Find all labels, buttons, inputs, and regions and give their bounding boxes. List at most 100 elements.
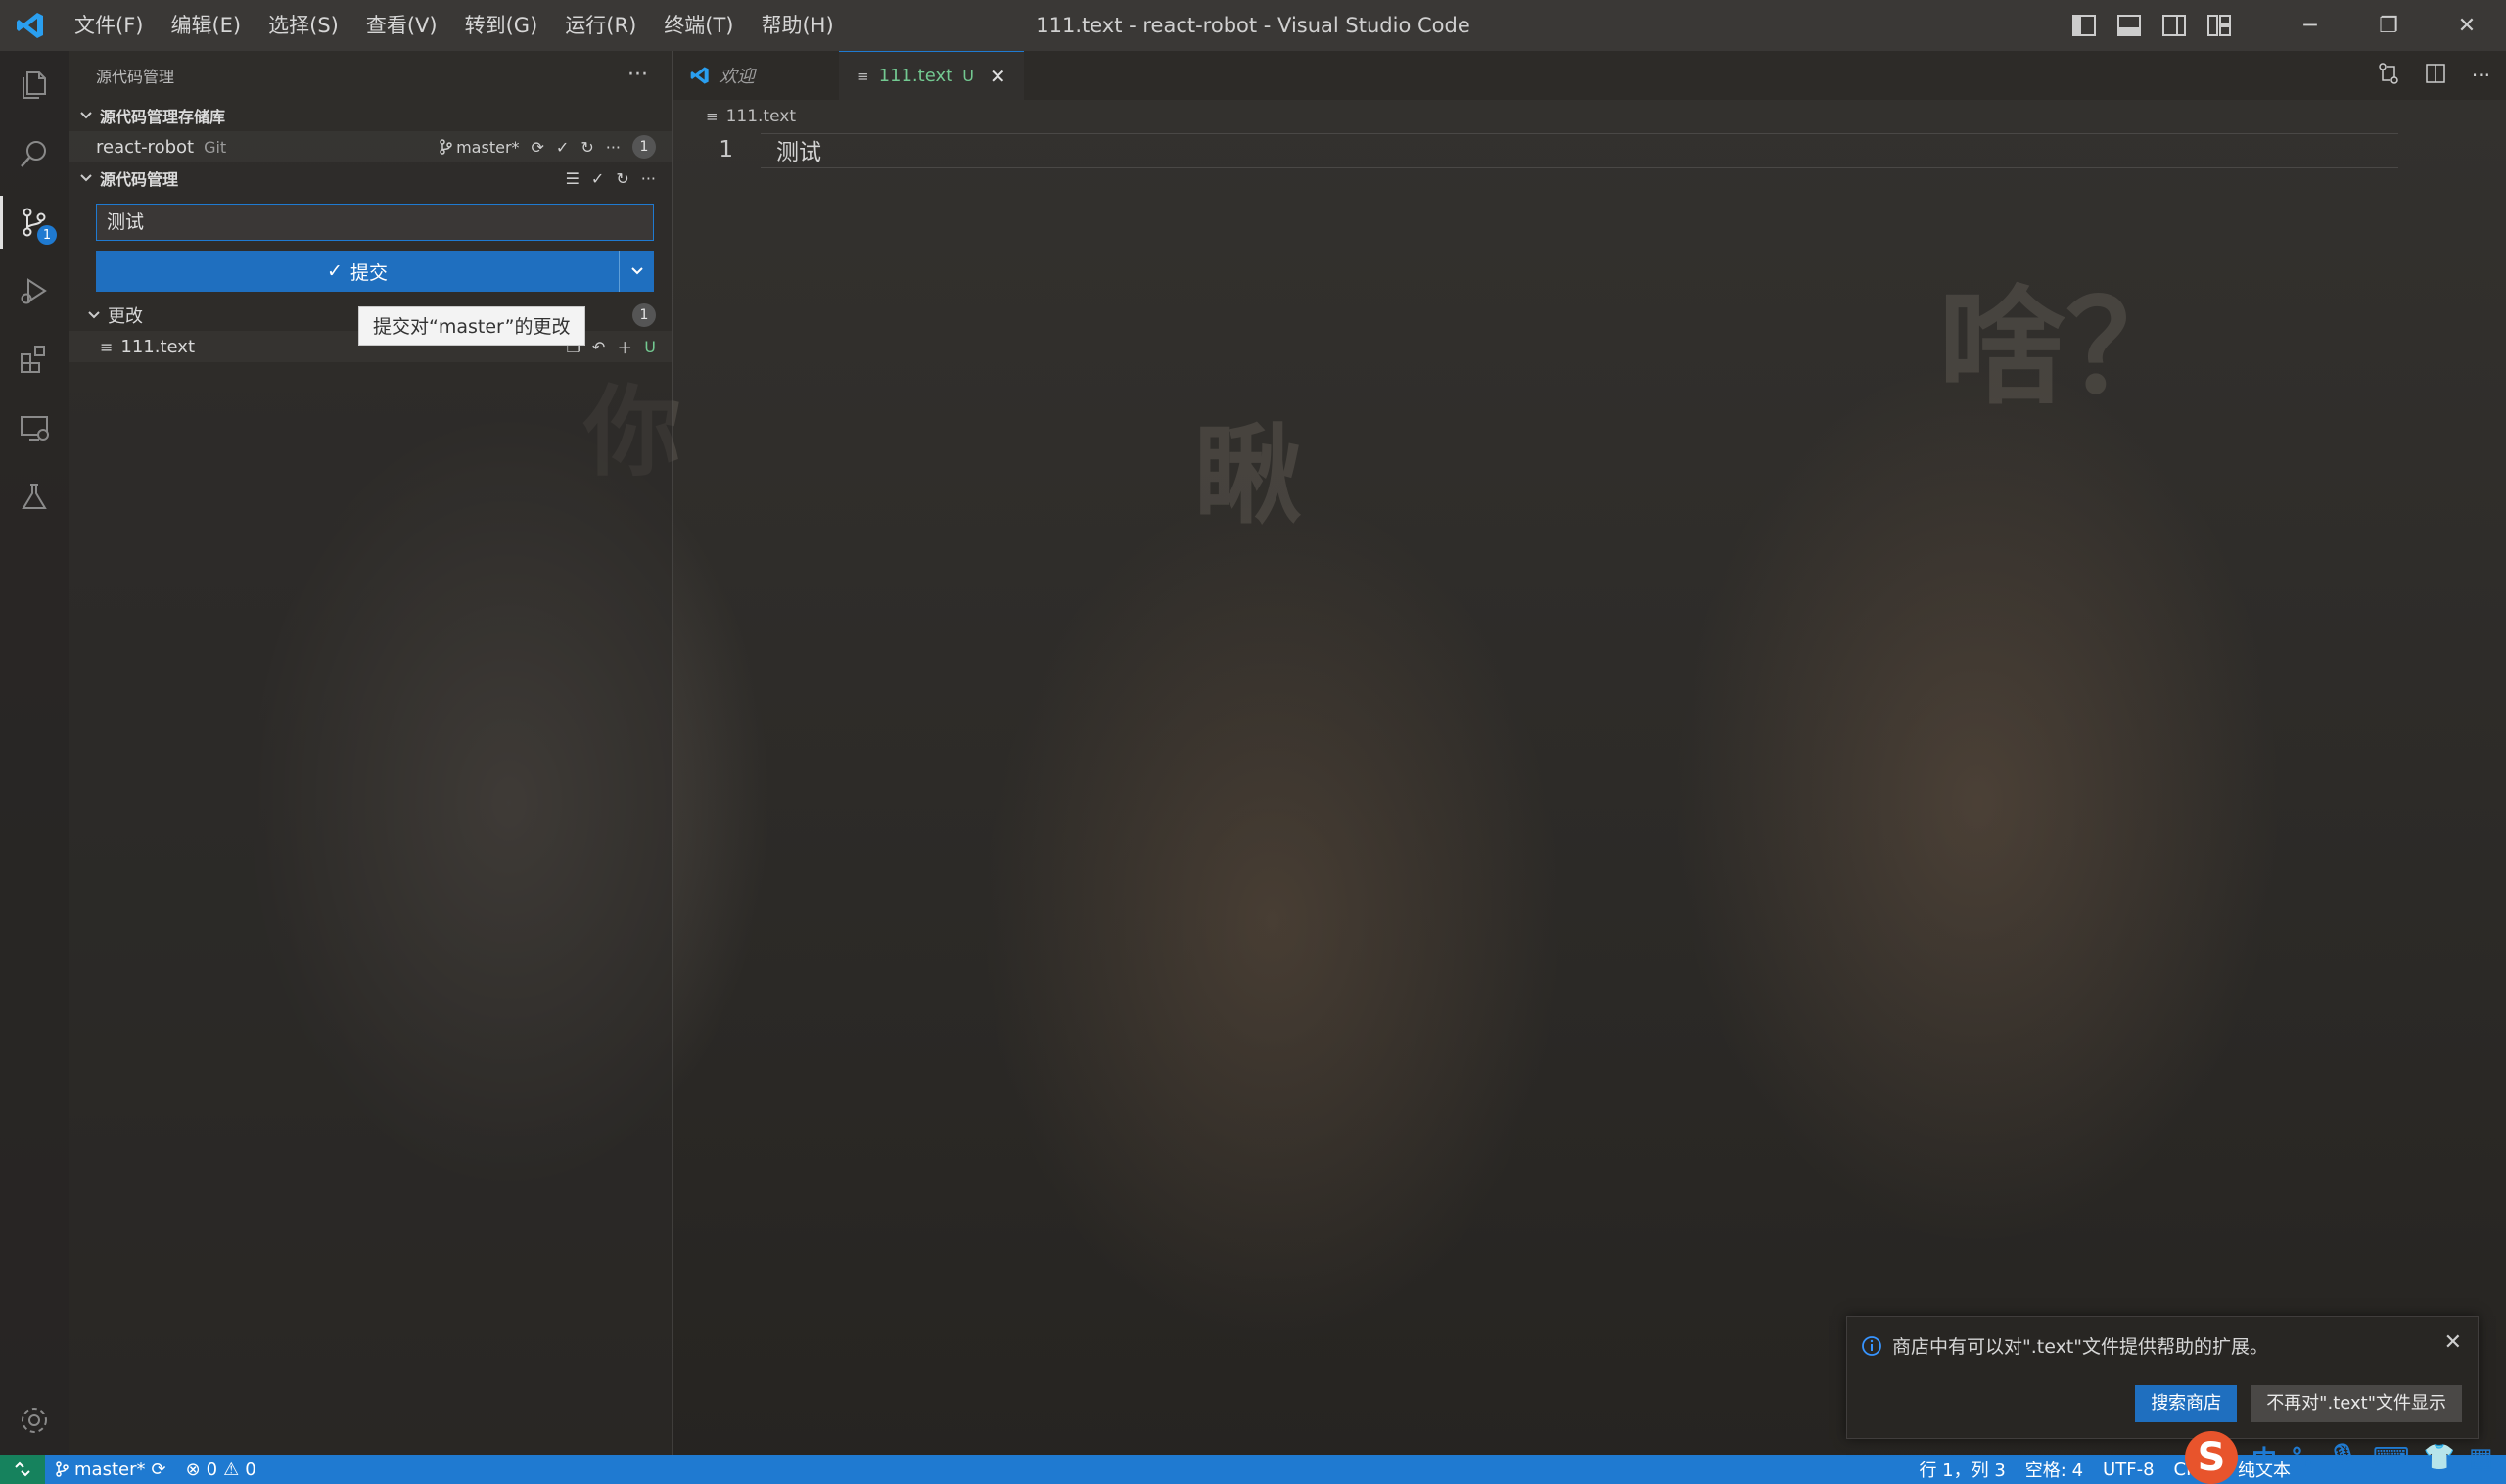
tab-status: U [962, 67, 974, 85]
gear-icon[interactable] [0, 1386, 69, 1455]
search-marketplace-button[interactable]: 搜索商店 [2135, 1385, 2238, 1422]
activity-bar: 1 [0, 51, 69, 1455]
changes-count-badge: 1 [632, 303, 656, 327]
commit-message-input[interactable]: 测试 [96, 204, 654, 241]
chevron-down-icon [84, 305, 104, 325]
toolbox-icon[interactable]: ▦ [2469, 1443, 2493, 1472]
refresh-icon[interactable]: ↻ [580, 138, 593, 157]
menu-view[interactable]: 查看(V) [352, 0, 451, 51]
commit-dropdown-button[interactable] [619, 251, 654, 292]
skin-icon[interactable]: 👕 [2423, 1443, 2454, 1472]
close-icon[interactable]: ✕ [990, 65, 1006, 88]
run-debug-icon[interactable] [0, 256, 69, 325]
file-icon: ≡ [857, 67, 869, 85]
explorer-icon[interactable] [0, 51, 69, 119]
keyboard-icon[interactable]: ⌨ [2373, 1443, 2410, 1472]
repository-type: Git [204, 137, 227, 157]
ime-punctuation[interactable]: °, [2291, 1443, 2313, 1472]
chevron-down-icon [630, 267, 643, 275]
status-cursor-position[interactable]: 行 1，列 3 [1909, 1455, 2015, 1484]
commit-button-group: ✓ 提交 [96, 251, 654, 292]
branch-icon [440, 139, 452, 155]
current-line-highlight [761, 133, 2398, 168]
repositories-section-header[interactable]: 源代码管理存储库 [69, 100, 672, 131]
extensions-icon[interactable] [0, 325, 69, 394]
customize-layout-icon[interactable] [2197, 0, 2242, 51]
microphone-icon[interactable]: 🎙 [2327, 1443, 2359, 1472]
extension-recommendation-notification: 商店中有可以对".text"文件提供帮助的扩展。 ✕ 搜索商店 不再对".tex… [1846, 1316, 2479, 1439]
tab-label: 111.text [878, 66, 953, 86]
changes-label: 更改 [108, 306, 143, 327]
remote-explorer-icon[interactable] [0, 394, 69, 462]
menu-go[interactable]: 转到(G) [451, 0, 552, 51]
commit-check-icon[interactable]: ✓ [591, 169, 604, 188]
commit-button[interactable]: ✓ 提交 [96, 251, 619, 292]
warning-count: 0 [245, 1459, 256, 1480]
close-icon[interactable]: ✕ [2444, 1330, 2462, 1355]
close-window-icon[interactable]: ✕ [2428, 0, 2506, 51]
source-control-badge: 1 [37, 225, 57, 245]
discard-changes-icon[interactable]: ↶ [592, 338, 605, 356]
ime-mode[interactable]: 中 [2251, 1440, 2277, 1476]
editor-area: 欢迎 ≡ 111.text U ✕ ··· ≡ 111.text 1 测试 [672, 51, 2506, 1455]
status-bar: master* ⟳ ⊗ 0 ⚠ 0 行 1，列 3 空格: 4 UTF-8 CR… [0, 1455, 2506, 1484]
repository-row[interactable]: react-robot Git master* ⟳ ✓ ↻ ··· 1 [69, 131, 672, 162]
error-icon: ⊗ [185, 1459, 201, 1480]
minimize-icon[interactable]: ─ [2271, 0, 2349, 51]
status-branch-name: master* [74, 1459, 146, 1480]
toggle-panel-icon[interactable] [2107, 0, 2152, 51]
menu-edit[interactable]: 编辑(E) [157, 0, 255, 51]
tab-welcome[interactable]: 欢迎 [673, 51, 839, 100]
commit-check-icon[interactable]: ✓ [556, 138, 569, 157]
repository-changes-count: 1 [632, 135, 656, 159]
more-icon[interactable]: ··· [606, 138, 621, 157]
status-problems[interactable]: ⊗ 0 ⚠ 0 [176, 1455, 266, 1484]
menu-selection[interactable]: 选择(S) [255, 0, 352, 51]
menu-run[interactable]: 运行(R) [551, 0, 650, 51]
search-icon[interactable] [0, 119, 69, 188]
source-control-icon[interactable]: 1 [0, 188, 69, 256]
source-control-sidebar: 源代码管理 ··· 源代码管理存储库 react-robot Git maste… [69, 51, 672, 1455]
view-as-list-icon[interactable]: ☰ [566, 169, 580, 188]
toggle-primary-sidebar-icon[interactable] [2062, 0, 2107, 51]
restore-icon[interactable]: ❐ [2349, 0, 2428, 51]
sidebar-title: 源代码管理 [96, 68, 175, 86]
more-actions-icon[interactable]: ··· [627, 63, 648, 87]
branch-icon [56, 1461, 69, 1477]
remote-indicator-icon[interactable] [0, 1455, 45, 1484]
refresh-icon[interactable]: ↻ [616, 169, 628, 188]
status-encoding[interactable]: UTF-8 [2093, 1455, 2163, 1484]
branch-name: master* [456, 137, 520, 157]
scm-section-title: 源代码管理 [100, 170, 179, 189]
more-icon[interactable]: ··· [641, 169, 656, 188]
chevron-down-icon [76, 106, 96, 125]
split-editor-icon[interactable] [2425, 63, 2446, 89]
stage-changes-icon[interactable]: ＋ [617, 335, 632, 358]
tab-label: 欢迎 [719, 67, 755, 87]
menu-bar: 文件(F) 编辑(E) 选择(S) 查看(V) 转到(G) 运行(R) 终端(T… [61, 0, 848, 51]
status-indentation[interactable]: 空格: 4 [2016, 1455, 2093, 1484]
dont-show-again-button[interactable]: 不再对".text"文件显示 [2251, 1385, 2462, 1422]
branch-indicator[interactable]: master* [439, 137, 520, 157]
editor-tabs: 欢迎 ≡ 111.text U ✕ ··· [673, 51, 2506, 100]
scm-section-header[interactable]: 源代码管理 ☰ ✓ ↻ ··· [69, 162, 672, 194]
status-branch[interactable]: master* ⟳ [45, 1455, 176, 1484]
sync-icon[interactable]: ⟳ [151, 1460, 165, 1480]
breadcrumb-file: 111.text [725, 107, 796, 126]
breadcrumb[interactable]: ≡ 111.text [673, 100, 2506, 133]
sogou-logo-icon[interactable]: S [2185, 1431, 2238, 1484]
file-status-badge: U [644, 337, 656, 356]
open-changes-icon[interactable] [2378, 62, 2399, 89]
toggle-secondary-sidebar-icon[interactable] [2152, 0, 2197, 51]
vscode-logo-icon [690, 67, 709, 84]
menu-terminal[interactable]: 终端(T) [650, 0, 747, 51]
notification-message: 商店中有可以对".text"文件提供帮助的扩展。 [1892, 1336, 2269, 1358]
testing-icon[interactable] [0, 462, 69, 531]
chevron-down-icon [76, 168, 96, 188]
more-icon[interactable]: ··· [2472, 64, 2490, 87]
sidebar-header: 源代码管理 ··· [69, 51, 672, 100]
menu-help[interactable]: 帮助(H) [747, 0, 847, 51]
menu-file[interactable]: 文件(F) [61, 0, 157, 51]
tab-111-text[interactable]: ≡ 111.text U ✕ [839, 51, 1024, 100]
sync-icon[interactable]: ⟳ [532, 138, 544, 157]
